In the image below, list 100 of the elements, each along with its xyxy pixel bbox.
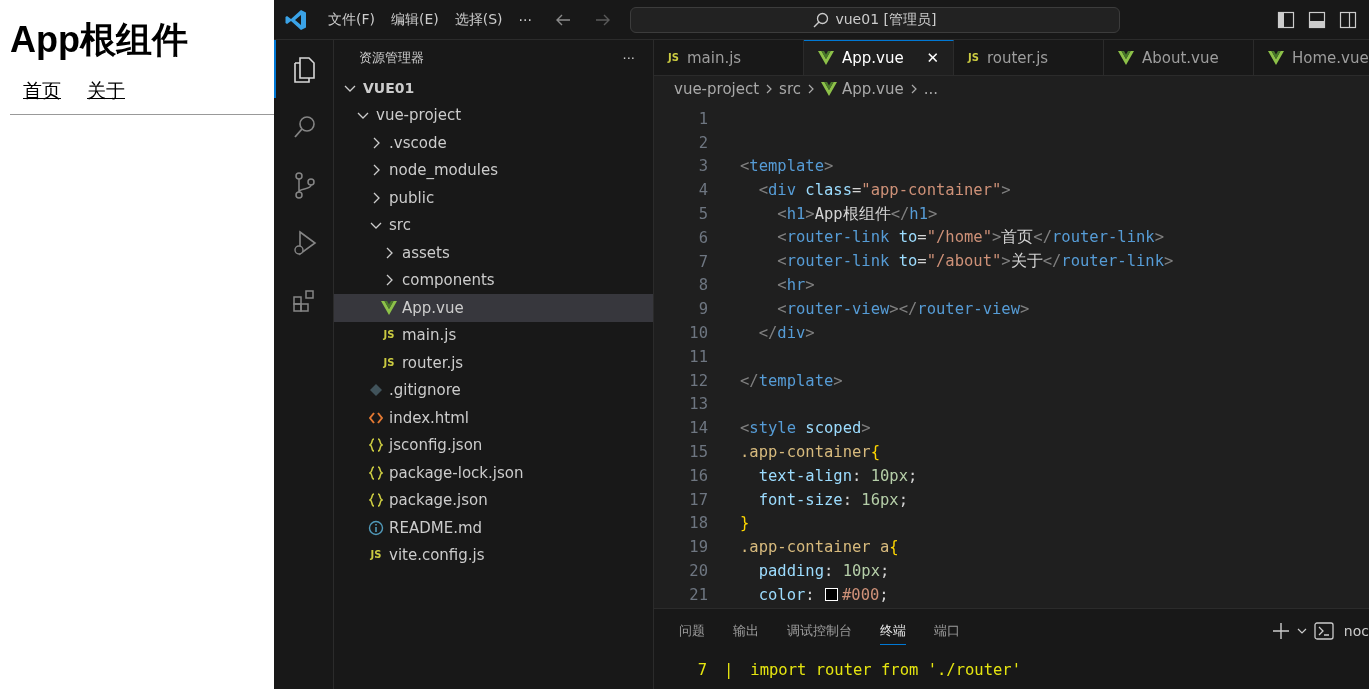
tree-item[interactable]: package-lock.json: [334, 459, 653, 487]
code-line: padding: 10px;: [757, 562, 890, 581]
editor-tab[interactable]: Home.vue: [1254, 40, 1369, 75]
vue-logo-icon: [1268, 50, 1284, 65]
info-icon: [368, 519, 384, 536]
js-icon: JS: [968, 52, 979, 63]
tree-item[interactable]: .vscode: [334, 129, 653, 157]
breadcrumb-item[interactable]: App.vue: [842, 80, 904, 98]
line-number: 10: [688, 324, 708, 343]
nav-link[interactable]: 关于: [74, 78, 138, 105]
line-number: 17: [688, 490, 708, 509]
menu-item[interactable]: ···: [518, 11, 532, 28]
line-number: 7: [697, 252, 708, 271]
line-number: 14: [688, 419, 708, 438]
code-line: .app-container{: [740, 443, 880, 462]
vue-logo-icon: [818, 51, 834, 65]
code-line: font-size: 16px;: [757, 490, 908, 509]
code-line: </div>: [757, 324, 815, 343]
panel-tab[interactable]: 调试控制台: [787, 617, 852, 645]
line-number: 9: [697, 300, 708, 319]
menu-item[interactable]: 编辑(E): [391, 10, 439, 29]
js-icon: JS: [383, 357, 395, 368]
code-line: </template>: [740, 371, 843, 390]
terminal-separator: |: [724, 661, 734, 679]
menu-item[interactable]: 选择(S): [454, 10, 503, 29]
braces-icon: [369, 438, 383, 453]
secondary-sidebar-icon: [1339, 10, 1357, 29]
breadcrumb-item[interactable]: vue-project: [674, 80, 760, 98]
line-number: 5: [697, 205, 708, 224]
search-icon: [813, 11, 830, 28]
chevron-right-icon: [806, 82, 816, 96]
js-icon: JS: [383, 330, 395, 341]
tree-item[interactable]: JS vite.config.js: [334, 541, 653, 569]
panel-tab[interactable]: 问题: [679, 617, 705, 645]
line-number: 16: [688, 466, 708, 485]
tree-item[interactable]: JS main.js: [334, 321, 653, 349]
code-line: <template>: [740, 157, 834, 176]
tree-item[interactable]: package.json: [334, 486, 653, 514]
breadcrumb-item[interactable]: src: [779, 80, 801, 98]
code-line: <router-link to="/home">首页</router-link>: [776, 227, 1164, 249]
editor-tab[interactable]: JS router.js: [954, 40, 1104, 75]
tree-item[interactable]: .gitignore: [334, 376, 653, 404]
menu-item[interactable]: 文件(F): [328, 10, 375, 29]
line-number: 13: [688, 395, 708, 414]
line-number: 2: [697, 133, 708, 152]
tree-item[interactable]: public: [334, 184, 653, 212]
terminal-icon: [1313, 622, 1334, 640]
tree-item[interactable]: components: [334, 266, 653, 294]
tree-item[interactable]: src: [334, 211, 653, 239]
sidebar-toggle-icon: [1277, 10, 1295, 29]
code-brackets-icon: [369, 411, 383, 424]
vue-logo-icon: [381, 300, 397, 315]
panel-tab[interactable]: 端口: [934, 617, 960, 645]
page-heading: App根组件: [10, 18, 189, 62]
line-number: 3: [697, 157, 708, 176]
plus-icon: [1271, 622, 1290, 640]
braces-icon: [369, 465, 383, 480]
tree-item[interactable]: vue-project: [334, 101, 653, 129]
tree-item[interactable]: jsconfig.json: [334, 431, 653, 459]
nav-link[interactable]: 首页: [10, 78, 74, 105]
line-number: 18: [688, 514, 708, 533]
tree-item[interactable]: JS router.js: [334, 349, 653, 377]
command-center-search[interactable]: vue01 [管理员]: [629, 6, 1120, 33]
panel-tab[interactable]: 输出: [733, 617, 759, 645]
tree-item[interactable]: VUE01: [334, 74, 653, 102]
code-line: .app-container a{: [740, 538, 899, 557]
vscode-logo-icon: [285, 8, 307, 31]
code-line: <router-view></router-view>: [776, 300, 1030, 319]
line-number: 12: [688, 371, 708, 390]
panel-toggle-icon: [1308, 10, 1326, 29]
tree-item[interactable]: assets: [334, 239, 653, 267]
diamond-icon: [369, 383, 383, 398]
tree-item[interactable]: App.vue: [334, 294, 653, 322]
code-line: <hr>: [776, 276, 815, 295]
js-icon: JS: [668, 52, 679, 63]
more-actions-button[interactable]: ···: [622, 50, 635, 66]
line-number: 4: [697, 181, 708, 200]
editor-tab[interactable]: About.vue: [1104, 40, 1254, 75]
terminal-name[interactable]: noc: [1343, 623, 1369, 639]
line-number: 19: [688, 538, 708, 557]
line-number: 8: [697, 276, 708, 295]
panel-tab[interactable]: 终端: [880, 617, 906, 645]
tree-item[interactable]: index.html: [334, 404, 653, 432]
code-line: <style scoped>: [740, 419, 871, 438]
line-number: 21: [688, 585, 708, 604]
line-number: 11: [688, 347, 708, 366]
code-line: text-align: 10px;: [757, 466, 918, 485]
code-line: <router-link to="/about">关于</router-link>: [776, 251, 1174, 273]
tree-item[interactable]: node_modules: [334, 156, 653, 184]
breadcrumb-item[interactable]: ...: [923, 80, 938, 98]
js-icon: JS: [370, 550, 382, 561]
code-line: <h1>App根组件</h1>: [776, 203, 938, 225]
close-button[interactable]: ✕: [926, 49, 939, 67]
editor-tab[interactable]: App.vue ✕: [804, 40, 954, 75]
line-number: 15: [688, 443, 708, 462]
braces-icon: [369, 493, 383, 508]
vue-logo-icon: [1118, 50, 1134, 65]
explorer-title: 资源管理器: [359, 49, 424, 67]
code-line: color: #000;: [757, 585, 889, 604]
tree-item[interactable]: README.md: [334, 514, 653, 542]
